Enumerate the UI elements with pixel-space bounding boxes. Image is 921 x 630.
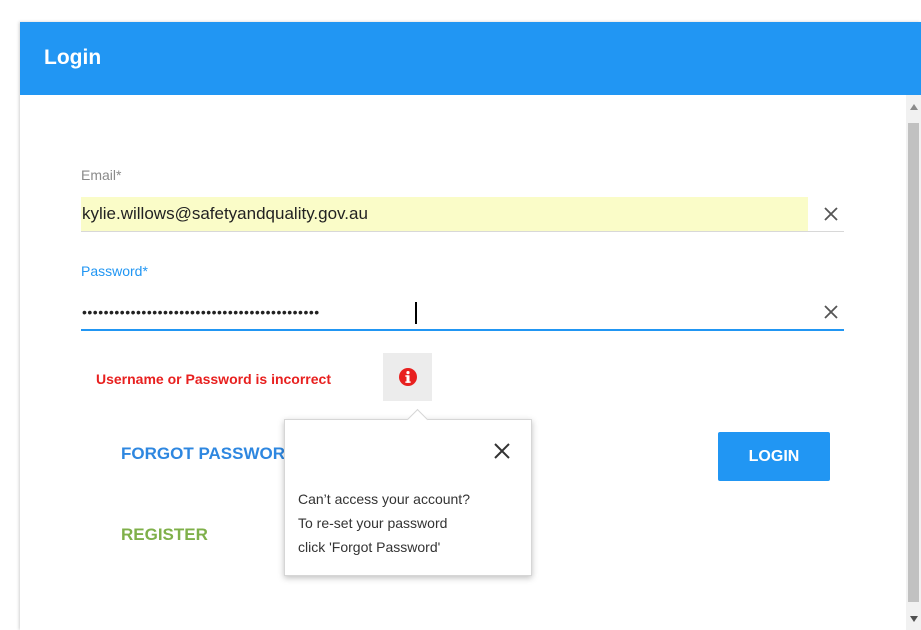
login-dialog: Login Email* Password* Username or Passw… <box>20 22 921 630</box>
email-field-row <box>81 197 844 232</box>
popover-line: To re-set your password <box>298 515 448 531</box>
close-icon[interactable] <box>822 303 840 321</box>
error-message: Username or Password is incorrect <box>96 371 331 387</box>
close-icon[interactable] <box>493 442 511 460</box>
popover-message: Can’t access your account? To re-set you… <box>298 487 521 559</box>
arrow-down-icon[interactable] <box>906 611 921 626</box>
info-icon[interactable] <box>383 353 432 401</box>
login-button[interactable]: LOGIN <box>718 432 830 481</box>
email-label: Email* <box>81 167 122 183</box>
password-label: Password* <box>81 263 148 279</box>
help-popover: Can’t access your account? To re-set you… <box>284 408 532 576</box>
register-button[interactable]: REGISTER <box>121 525 208 545</box>
arrow-up-icon[interactable] <box>906 99 921 114</box>
password-field-row <box>81 295 844 331</box>
text-caret <box>415 302 417 324</box>
dialog-header: Login <box>20 22 921 95</box>
forgot-password-button[interactable]: FORGOT PASSWORD <box>121 444 297 464</box>
popover-arrow <box>406 408 429 431</box>
email-field[interactable] <box>81 197 808 231</box>
popover-line: Can’t access your account? <box>298 491 470 507</box>
close-icon[interactable] <box>822 205 840 223</box>
popover-line: click 'Forgot Password' <box>298 539 441 555</box>
scrollbar-thumb[interactable] <box>908 123 919 602</box>
vertical-scrollbar[interactable] <box>906 95 921 630</box>
dialog-title: Login <box>44 46 102 69</box>
password-field[interactable] <box>81 295 808 329</box>
